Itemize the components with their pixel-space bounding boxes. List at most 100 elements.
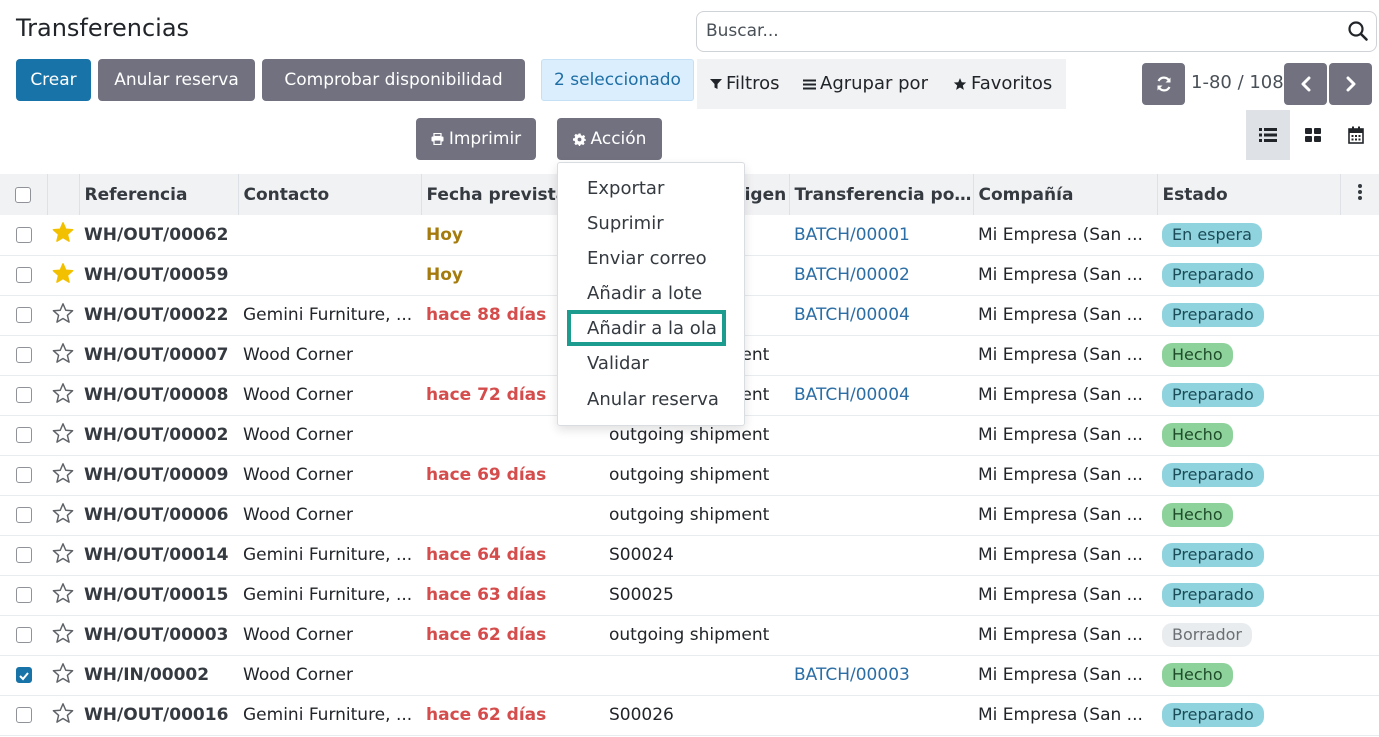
row-batch[interactable]: BATCH/00003 — [789, 655, 973, 695]
row-batch[interactable] — [789, 695, 973, 735]
row-favorite[interactable] — [47, 615, 79, 655]
pager-next-button[interactable] — [1329, 63, 1372, 105]
action-menu-item[interactable]: Anular reserva — [587, 389, 719, 410]
list-view-button[interactable] — [1246, 110, 1290, 160]
row-batch[interactable] — [789, 495, 973, 535]
row-batch[interactable] — [789, 335, 973, 375]
table-row[interactable]: WH/OUT/00015 Gemini Furniture, ... hace 63… — [0, 575, 1379, 615]
row-select[interactable] — [0, 335, 47, 375]
select-all-header[interactable] — [0, 174, 48, 215]
star-icon[interactable] — [52, 382, 74, 404]
row-batch[interactable]: BATCH/00001 — [789, 215, 973, 255]
action-menu-item[interactable]: Exportar — [587, 178, 664, 199]
row-checkbox[interactable] — [15, 427, 32, 443]
star-icon[interactable] — [52, 542, 74, 564]
row-favorite[interactable] — [47, 255, 79, 295]
star-icon[interactable] — [52, 221, 74, 243]
row-batch[interactable]: BATCH/00002 — [789, 255, 973, 295]
table-row[interactable]: WH/OUT/00009 Wood Corner hace 69 días outgo… — [0, 455, 1379, 495]
star-icon[interactable] — [52, 582, 74, 604]
star-icon[interactable] — [52, 662, 74, 684]
table-row[interactable]: WH/IN/00002 Wood Corner BATCH/00003 Mi Empr… — [0, 655, 1379, 695]
row-select[interactable] — [0, 215, 47, 255]
row-favorite[interactable] — [47, 655, 79, 695]
search-input[interactable] — [706, 21, 1306, 41]
row-checkbox[interactable] — [15, 507, 32, 523]
action-menu-item[interactable]: Añadir a lote — [587, 283, 702, 304]
row-checkbox[interactable] — [15, 347, 32, 363]
row-select[interactable] — [0, 375, 47, 415]
row-favorite[interactable] — [47, 455, 79, 495]
column-company[interactable]: Compañía — [973, 174, 1158, 215]
action-menu-item[interactable]: Enviar correo — [587, 248, 707, 269]
star-icon[interactable] — [52, 262, 74, 284]
row-batch[interactable] — [789, 615, 973, 655]
row-batch[interactable] — [789, 535, 973, 575]
action-button[interactable]: Acción — [557, 118, 662, 160]
table-row[interactable]: WH/OUT/00003 Wood Corner hace 62 días outgo… — [0, 615, 1379, 655]
row-checkbox[interactable] — [15, 267, 32, 283]
column-status[interactable]: Estado — [1157, 174, 1341, 215]
row-favorite[interactable] — [47, 215, 79, 255]
row-favorite[interactable] — [47, 695, 79, 735]
column-reference[interactable]: Referencia — [79, 174, 239, 215]
row-select[interactable] — [0, 615, 47, 655]
row-checkbox[interactable] — [15, 627, 32, 643]
row-checkbox[interactable] — [15, 547, 32, 563]
row-favorite[interactable] — [47, 335, 79, 375]
pager-value[interactable]: 1-80 / 108 — [1191, 72, 1284, 93]
row-favorite[interactable] — [47, 575, 79, 615]
row-batch[interactable] — [789, 415, 973, 455]
row-batch[interactable]: BATCH/00004 — [789, 375, 973, 415]
action-menu-item[interactable]: Validar — [587, 353, 649, 374]
search-icon[interactable] — [1347, 20, 1369, 42]
calendar-view-button[interactable] — [1334, 110, 1378, 160]
row-checkbox[interactable] — [15, 667, 32, 683]
row-select[interactable] — [0, 255, 47, 295]
row-checkbox[interactable] — [15, 467, 32, 483]
check-availability-button[interactable]: Comprobar disponibilidad — [262, 59, 525, 101]
star-icon[interactable] — [52, 342, 74, 364]
select-all-checkbox[interactable] — [15, 186, 32, 203]
table-row[interactable]: WH/OUT/00014 Gemini Furniture, ... hace 64… — [0, 535, 1379, 575]
row-select[interactable] — [0, 655, 47, 695]
row-favorite[interactable] — [47, 495, 79, 535]
star-icon[interactable] — [52, 622, 74, 644]
row-select[interactable] — [0, 575, 47, 615]
star-icon[interactable] — [52, 422, 74, 444]
row-favorite[interactable] — [47, 415, 79, 455]
row-favorite[interactable] — [47, 295, 79, 335]
create-button[interactable]: Crear — [16, 59, 91, 101]
kanban-view-button[interactable] — [1291, 110, 1335, 160]
row-select[interactable] — [0, 495, 47, 535]
star-icon[interactable] — [52, 462, 74, 484]
row-batch[interactable]: BATCH/00004 — [789, 295, 973, 335]
column-batch[interactable]: Transferencia po... — [789, 174, 974, 215]
row-favorite[interactable] — [47, 535, 79, 575]
row-select[interactable] — [0, 455, 47, 495]
row-checkbox[interactable] — [15, 226, 32, 243]
star-icon[interactable] — [52, 302, 74, 324]
row-select[interactable] — [0, 695, 47, 735]
row-checkbox[interactable] — [15, 587, 32, 603]
row-select[interactable] — [0, 415, 47, 455]
row-checkbox[interactable] — [15, 707, 32, 723]
table-row[interactable]: WH/OUT/00006 Wood Corner outgoing shipment… — [0, 495, 1379, 535]
column-contact[interactable]: Contacto — [238, 174, 422, 215]
filters-toggle[interactable]: Filtros — [710, 73, 780, 94]
print-button[interactable]: Imprimir — [416, 118, 536, 160]
row-batch[interactable] — [789, 575, 973, 615]
pager-previous-button[interactable] — [1284, 63, 1327, 105]
search-box[interactable] — [696, 11, 1377, 52]
favorites-toggle[interactable]: Favoritos — [953, 73, 1052, 94]
row-checkbox[interactable] — [15, 387, 32, 403]
row-select[interactable] — [0, 295, 47, 335]
optional-columns-toggle[interactable] — [1340, 174, 1379, 215]
group-by-toggle[interactable]: Agrupar por — [803, 73, 928, 94]
unreserve-button[interactable]: Anular reserva — [98, 59, 255, 101]
row-select[interactable] — [0, 535, 47, 575]
star-icon[interactable] — [52, 702, 74, 724]
selected-count-badge[interactable]: 2 seleccionado — [541, 59, 694, 101]
table-row[interactable]: WH/OUT/00016 Gemini Furniture, ... hace 62… — [0, 695, 1379, 735]
row-batch[interactable] — [789, 455, 973, 495]
